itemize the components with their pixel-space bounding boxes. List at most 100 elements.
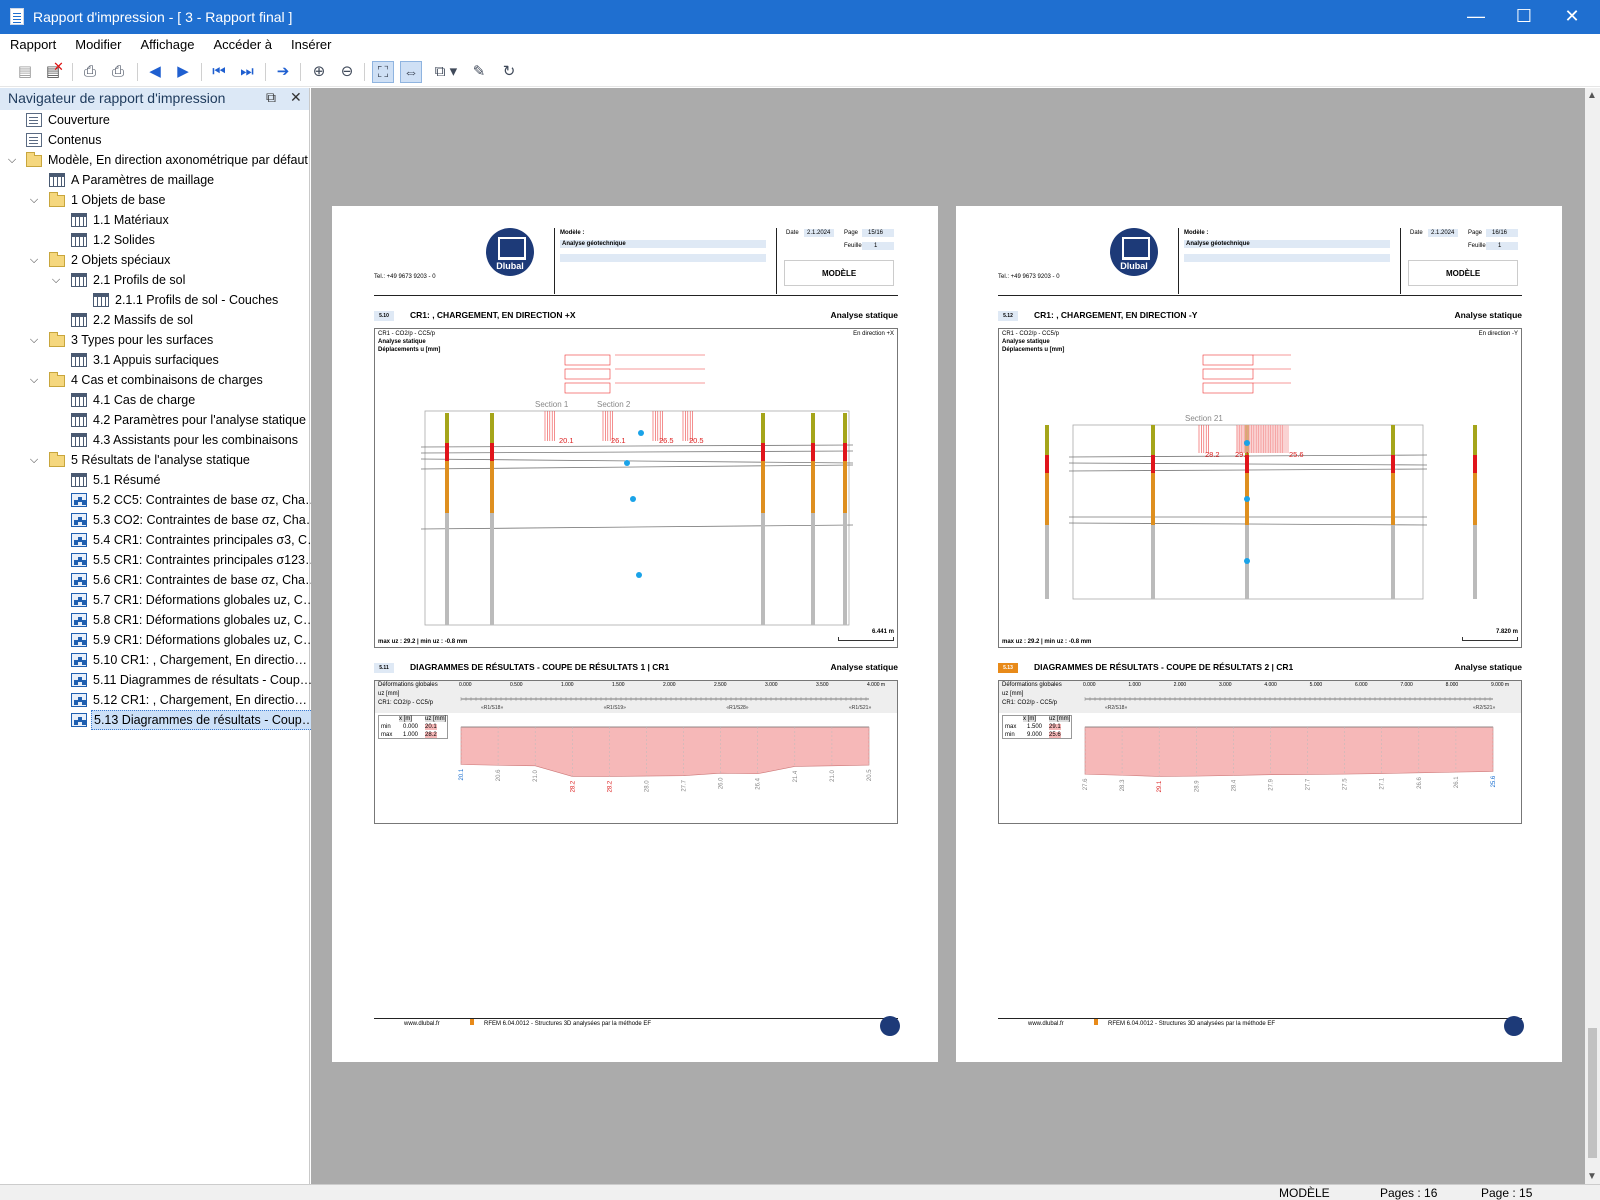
tree-item[interactable]: ⌵ 1 Objets de base (0, 190, 310, 210)
section-title: MODÈLE (822, 269, 857, 278)
extremes-table: x [m] uz [mm] max 1.500 29.1 min 9.000 25.6 (1002, 715, 1072, 739)
tree-item[interactable]: Couverture (0, 110, 310, 130)
table-icon (71, 353, 87, 367)
print-icon[interactable]: ⎙ (79, 61, 101, 83)
section-title: CR1: , CHARGEMENT, EN DIRECTION -Y (1034, 310, 1198, 320)
tree-item[interactable]: ⌵ Modèle, En direction axonométrique par … (0, 150, 310, 170)
graphic-icon (71, 633, 87, 647)
diagram-value: 27.7 (1306, 778, 1312, 790)
tree-item[interactable]: 5.7 CR1: Déformations globales uz, C… (0, 590, 315, 610)
menu-rapport[interactable]: Rapport (0, 34, 65, 52)
multi-page-icon[interactable]: ⧉ ▾ (428, 61, 464, 83)
tree-item[interactable]: 4.2 Paramètres pour l'analyse statique (0, 410, 310, 430)
navigator-title: Navigateur de rapport d'impression (8, 90, 226, 106)
tree-item[interactable]: 5.4 CR1: Contraintes principales σ3, C… (0, 530, 320, 550)
fit-width-icon[interactable]: ⇔ (400, 61, 422, 83)
node-point (638, 430, 644, 436)
scroll-thumb[interactable] (1588, 1028, 1597, 1158)
tree-item[interactable]: 5.12 CR1: , Chargement, En directio… (0, 690, 310, 710)
tree-item[interactable]: 5.3 CO2: Contraintes de base σz, Cha… (0, 510, 318, 530)
value-label: 28.2 (1205, 450, 1220, 459)
delete-icon[interactable]: ▤ ✕ (42, 59, 64, 83)
menu-modifier[interactable]: Modifier (65, 34, 130, 52)
scroll-down-icon[interactable]: ▼ (1587, 1171, 1597, 1182)
scroll-up-icon[interactable]: ▲ (1587, 90, 1597, 101)
tree-item[interactable]: ⌵ 5 Résultats de l'analyse statique (0, 450, 310, 470)
tree-item[interactable]: 2.2 Massifs de sol (0, 310, 310, 330)
fit-page-icon[interactable]: ⛶ (372, 61, 394, 83)
diagram-area (1084, 726, 1494, 777)
ruler-label: «R1/S18» (481, 705, 503, 711)
goto-icon[interactable]: ➔ (272, 61, 294, 83)
chevron-down-icon[interactable]: ⌵ (50, 270, 62, 290)
tree-item[interactable]: ⌵ 2.1 Profils de sol (0, 270, 310, 290)
tree-item[interactable]: 5.11 Diagrammes de résultats - Coup… (0, 670, 312, 690)
tree-item[interactable]: 5.5 CR1: Contraintes principales σ123… (0, 550, 318, 570)
print-multiple-icon[interactable]: ⎙ (107, 61, 129, 83)
tree-item[interactable]: 5.13 Diagrammes de résultats - Coup… (0, 710, 318, 730)
toolbar: ▤ ▤ ✕ ⎙ ⎙ ◀ ▶ ⏮ ⏭ ➔ ⊕ ⊖ ⛶ ⇔ ⧉ ▾ ✎ ↻ (0, 56, 1600, 87)
tree-item[interactable]: 1.2 Solides (0, 230, 310, 250)
phone-number: Tel.: +49 9673 9203 - 0 (998, 274, 1060, 280)
footing-outline (1202, 354, 1254, 366)
layer-line (420, 450, 854, 454)
table-icon (93, 293, 109, 307)
tree-item[interactable]: A Paramètres de maillage (0, 170, 310, 190)
refresh-icon[interactable]: ↻ (498, 61, 520, 83)
tree-item[interactable]: 4.3 Assistants pour les combinaisons (0, 430, 310, 450)
previous-icon[interactable]: ◀ (144, 61, 166, 83)
tree-item[interactable]: ⌵ 4 Cas et combinaisons de charges (0, 370, 310, 390)
first-page-icon[interactable]: ⏮ (208, 61, 230, 83)
tree-item-label: 2.1 Profils de sol (93, 273, 186, 287)
tree-item[interactable]: 5.8 CR1: Déformations globales uz, C… (0, 610, 315, 630)
close-panel-icon[interactable]: ✕ (290, 89, 302, 106)
tree-item-label: 5.9 CR1: Déformations globales uz, C… (93, 633, 316, 647)
ruler-label: «R2/S18» (1105, 705, 1127, 711)
menu-inserer[interactable]: Insérer (281, 34, 340, 52)
tree-item[interactable]: ⌵ 3 Types pour les surfaces (0, 330, 310, 350)
graphic-icon (71, 513, 87, 527)
folder-icon (49, 452, 65, 467)
tree-item-label: 5 Résultats de l'analyse statique (71, 453, 250, 467)
tree-item[interactable]: 5.10 CR1: , Chargement, En directio… (0, 650, 310, 670)
tree-item-label: 5.7 CR1: Déformations globales uz, C… (93, 593, 316, 607)
table-cell: 20.1 (425, 724, 437, 730)
diagram-value: 21.4 (793, 770, 799, 782)
properties-icon[interactable]: ✎ (468, 61, 490, 83)
chevron-down-icon[interactable]: ⌵ (28, 450, 40, 470)
document-icon (26, 133, 42, 147)
chevron-down-icon[interactable]: ⌵ (28, 330, 40, 350)
tree-item[interactable]: 1.1 Matériaux (0, 210, 310, 230)
menu-affichage[interactable]: Affichage (131, 34, 204, 52)
tree-item[interactable]: ⌵ 2 Objets spéciaux (0, 250, 310, 270)
minimize-button[interactable]: — (1452, 0, 1500, 34)
last-page-icon[interactable]: ⏭ (236, 61, 258, 83)
report-page-15: Dlubal Tel.: +49 9673 9203 - 0 Modèle : Ana… (332, 206, 938, 1062)
chevron-down-icon[interactable]: ⌵ (28, 190, 40, 210)
maximize-button[interactable]: ☐ (1500, 0, 1548, 34)
tree-item[interactable]: 2.1.1 Profils de sol - Couches (0, 290, 310, 310)
close-button[interactable]: ✕ (1548, 0, 1596, 34)
menu-acceder[interactable]: Accéder à (203, 34, 281, 52)
tree-item[interactable]: 3.1 Appuis surfaciques (0, 350, 310, 370)
tree-item[interactable]: 5.6 CR1: Contraintes de base σz, Cha… (0, 570, 318, 590)
tree-item[interactable]: 5.1 Résumé (0, 470, 310, 490)
chevron-down-icon[interactable]: ⌵ (28, 370, 40, 390)
menu-bar: Rapport Modifier Affichage Accéder à Insérer (0, 34, 1600, 56)
section-type: Analyse statique (1454, 662, 1522, 672)
zoom-in-icon[interactable]: ⊕ (308, 61, 330, 83)
new-report-icon[interactable]: ▤ (14, 61, 36, 83)
tree-item[interactable]: Contenus (0, 130, 310, 150)
tree-item[interactable]: 5.9 CR1: Déformations globales uz, C… (0, 630, 315, 650)
chevron-down-icon[interactable]: ⌵ (28, 250, 40, 270)
footer-marker (1094, 1019, 1098, 1025)
tree-item[interactable]: 5.2 CC5: Contraintes de base σz, Cha… (0, 490, 318, 510)
page-footer: www.dlubal.fr RFEM 6.04.0012 - Structures… (998, 1018, 1522, 1030)
next-icon[interactable]: ▶ (172, 61, 194, 83)
zoom-out-icon[interactable]: ⊖ (336, 61, 358, 83)
vertical-scrollbar[interactable]: ▲ ▼ (1585, 88, 1600, 1184)
chevron-down-icon[interactable]: ⌵ (6, 150, 18, 170)
tree-item[interactable]: 4.1 Cas de charge (0, 390, 310, 410)
node-point (630, 496, 636, 502)
float-panel-icon[interactable]: ⧉ (266, 89, 276, 106)
